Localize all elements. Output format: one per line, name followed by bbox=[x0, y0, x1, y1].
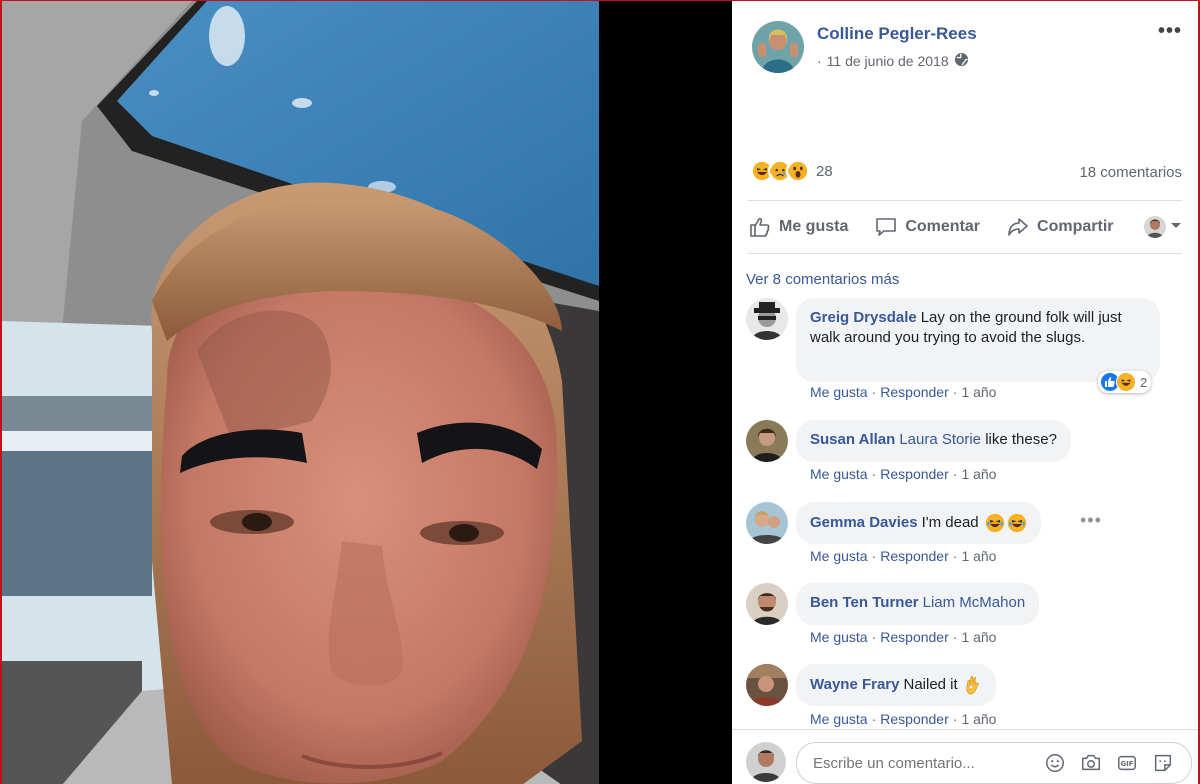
post-actions-bar: Me gusta Comentar Compartir bbox=[748, 206, 1182, 248]
tagged-user[interactable]: Laura Storie bbox=[899, 431, 981, 448]
comment-actions: Me gusta · Responder · 1 año bbox=[810, 711, 997, 727]
comment-like-link[interactable]: Me gusta bbox=[810, 629, 868, 645]
comment-reply-link[interactable]: Responder bbox=[880, 711, 949, 727]
commenter-avatar[interactable] bbox=[746, 502, 788, 544]
comment-actions: Me gusta · Responder · 1 año bbox=[810, 629, 997, 645]
divider bbox=[748, 253, 1182, 254]
photo-viewer bbox=[0, 0, 732, 784]
comment-like-link[interactable]: Me gusta bbox=[810, 548, 868, 564]
comment-text: Nailed it bbox=[903, 676, 958, 693]
comment-time[interactable]: 1 año bbox=[961, 466, 996, 482]
gif-icon[interactable]: GIF bbox=[1116, 752, 1138, 774]
comment-reply-link[interactable]: Responder bbox=[880, 548, 949, 564]
like-button[interactable]: Me gusta bbox=[748, 215, 848, 239]
commenter-avatar[interactable] bbox=[746, 298, 788, 340]
like-label: Me gusta bbox=[779, 218, 849, 235]
haha-reaction-icon bbox=[1116, 372, 1136, 392]
commenter-name[interactable]: Susan Allan bbox=[810, 431, 895, 448]
comment-like-link[interactable]: Me gusta bbox=[810, 384, 868, 400]
thumbs-up-icon bbox=[748, 215, 772, 239]
chevron-down-icon bbox=[1170, 218, 1182, 236]
laughing-emoji-icon bbox=[985, 513, 1027, 533]
view-more-comments-link[interactable]: Ver 8 comentarios más bbox=[746, 271, 899, 288]
audience-selector[interactable] bbox=[1144, 216, 1182, 238]
emoji-icon[interactable] bbox=[1044, 752, 1066, 774]
reaction-count: 28 bbox=[816, 162, 833, 180]
divider bbox=[748, 200, 1182, 201]
current-user-avatar bbox=[746, 742, 786, 782]
post-side-panel: Colline Pegler-Rees · 11 de junio de 201… bbox=[732, 0, 1200, 784]
commenter-avatar[interactable] bbox=[746, 583, 788, 625]
comment-reaction-count: 2 bbox=[1140, 374, 1148, 390]
share-label: Compartir bbox=[1037, 218, 1114, 235]
comment-text: I'm dead bbox=[921, 514, 979, 531]
more-options-button[interactable]: ••• bbox=[1158, 21, 1182, 41]
comment-actions: Me gusta · Responder · 1 año bbox=[810, 466, 997, 482]
commenter-avatar[interactable] bbox=[746, 664, 788, 706]
author-name[interactable]: Colline Pegler-Rees bbox=[817, 24, 977, 44]
comment-bubble: Susan Allan Laura Storie like these? bbox=[796, 420, 1071, 462]
comment-composer: GIF bbox=[732, 729, 1198, 784]
comment-time[interactable]: 1 año bbox=[961, 711, 996, 727]
comment-time[interactable]: 1 año bbox=[961, 384, 996, 400]
user-avatar bbox=[1144, 216, 1166, 238]
reactions-summary[interactable]: 28 bbox=[750, 159, 833, 183]
commenter-name[interactable]: Gemma Davies bbox=[810, 513, 918, 533]
comment-label: Comentar bbox=[905, 218, 981, 235]
share-arrow-icon bbox=[1006, 215, 1030, 239]
comment-bubble: Wayne Frary Nailed it bbox=[796, 664, 996, 706]
ok-hand-emoji-icon bbox=[964, 675, 982, 695]
meta-separator: · bbox=[817, 53, 822, 69]
composer-tools: GIF bbox=[1044, 752, 1174, 774]
post-meta: · 11 de junio de 2018 bbox=[817, 52, 969, 70]
comment-like-link[interactable]: Me gusta bbox=[810, 711, 868, 727]
comment-actions: Me gusta · Responder · 1 año bbox=[810, 384, 997, 400]
share-button[interactable]: Compartir bbox=[1006, 215, 1113, 239]
comment-time[interactable]: 1 año bbox=[961, 548, 996, 564]
post-date[interactable]: 11 de junio de 2018 bbox=[827, 53, 949, 69]
sticker-icon[interactable] bbox=[1152, 752, 1174, 774]
commenter-name[interactable]: Wayne Frary bbox=[810, 675, 899, 695]
author-avatar[interactable] bbox=[752, 21, 804, 73]
comment-reply-link[interactable]: Responder bbox=[880, 466, 949, 482]
selfie-image bbox=[2, 1, 599, 784]
tagged-user[interactable]: Liam McMahon bbox=[923, 594, 1026, 611]
comment-like-link[interactable]: Me gusta bbox=[810, 466, 868, 482]
comment-actions: Me gusta · Responder · 1 año bbox=[810, 548, 997, 564]
comment-reply-link[interactable]: Responder bbox=[880, 629, 949, 645]
comment-time[interactable]: 1 año bbox=[961, 629, 996, 645]
comment-button[interactable]: Comentar bbox=[874, 215, 980, 239]
commenter-avatar[interactable] bbox=[746, 420, 788, 462]
post-photo[interactable] bbox=[2, 1, 599, 784]
speech-bubble-icon bbox=[874, 215, 898, 239]
svg-text:GIF: GIF bbox=[1121, 760, 1134, 768]
comment-reactions[interactable]: 2 bbox=[1098, 371, 1152, 393]
commenter-name[interactable]: Ben Ten Turner bbox=[810, 594, 919, 611]
camera-icon[interactable] bbox=[1080, 752, 1102, 774]
comments-count[interactable]: 18 comentarios bbox=[1079, 164, 1182, 181]
comment-bubble: Ben Ten Turner Liam McMahon bbox=[796, 583, 1040, 625]
comment-bubble: Gemma Davies I'm dead bbox=[796, 502, 1041, 544]
comment-reply-link[interactable]: Responder bbox=[880, 384, 949, 400]
globe-icon bbox=[954, 52, 969, 70]
comment-options-button[interactable]: ••• bbox=[1080, 510, 1102, 531]
wow-reaction-icon bbox=[786, 159, 810, 183]
comment-text: like these? bbox=[985, 431, 1057, 448]
comment-bubble: Greig Drysdale Lay on the ground folk wil… bbox=[796, 298, 1160, 382]
commenter-name[interactable]: Greig Drysdale bbox=[810, 309, 917, 326]
